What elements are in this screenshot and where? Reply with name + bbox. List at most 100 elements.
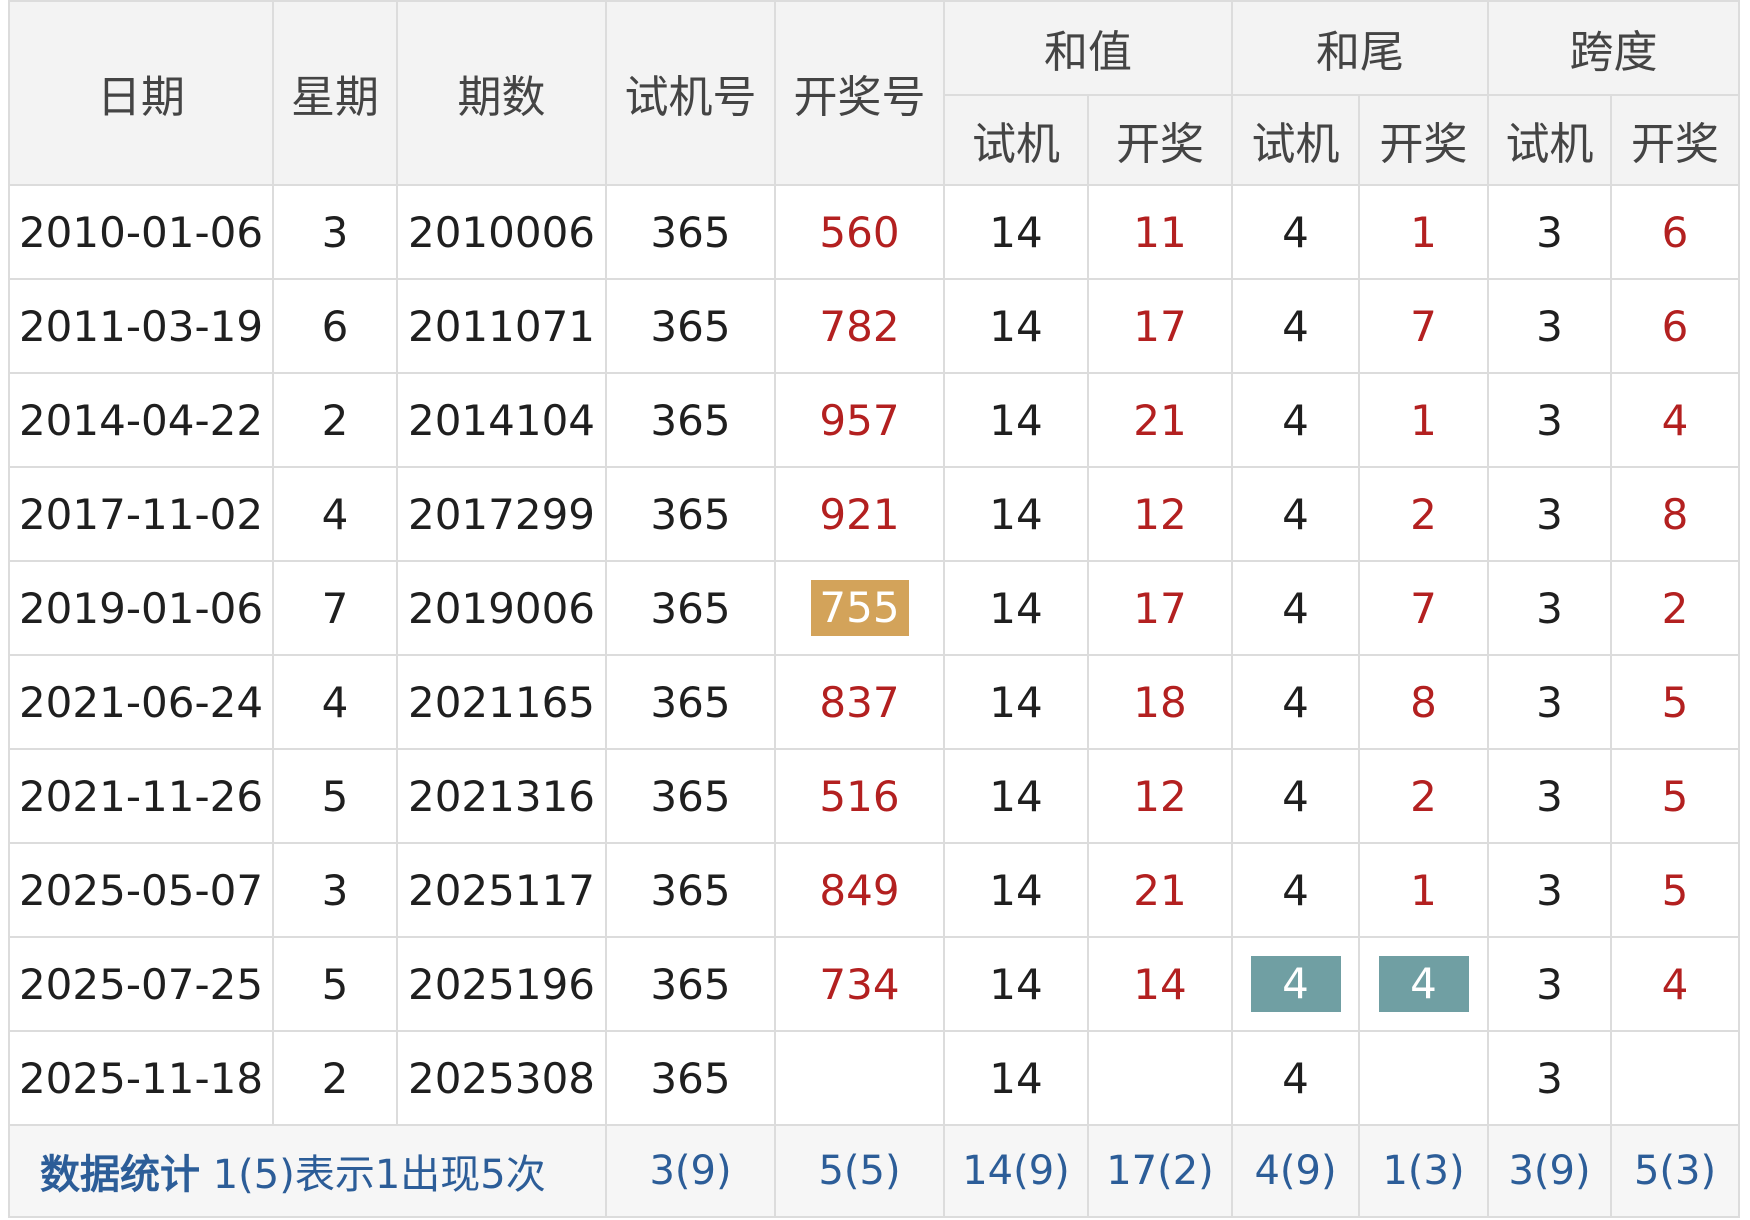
cell-issue: 2021316 xyxy=(396,748,607,844)
cell-tail-trial: 4 xyxy=(1231,1030,1360,1126)
cell-tail-trial: 4 xyxy=(1231,278,1360,374)
cell-issue: 2021165 xyxy=(396,654,607,750)
cell-date: 2025-11-18 xyxy=(8,1030,274,1126)
cell-tail-draw: 7 xyxy=(1358,278,1489,374)
cell-span-draw: 4 xyxy=(1610,372,1740,468)
table-row: 2021-11-26 5 2021316 365 516 14 12 4 2 3… xyxy=(8,748,1740,844)
cell-sum-trial: 14 xyxy=(943,466,1089,562)
cell-draw-number: 755 xyxy=(774,560,945,656)
cell-tail-trial: 4 xyxy=(1231,372,1360,468)
cell-issue: 2019006 xyxy=(396,560,607,656)
cell-tail-trial: 4 xyxy=(1231,466,1360,562)
cell-tail-draw: 8 xyxy=(1358,654,1489,750)
stats-trial: 3(9) xyxy=(605,1124,776,1218)
stats-span-trial: 3(9) xyxy=(1487,1124,1612,1218)
cell-sum-draw: 14 xyxy=(1087,936,1233,1032)
cell-draw-number: 921 xyxy=(774,466,945,562)
cell-sum-trial: 14 xyxy=(943,372,1089,468)
table-row: 2025-05-07 3 2025117 365 849 14 21 4 1 3… xyxy=(8,842,1740,938)
cell-span-trial: 3 xyxy=(1487,372,1612,468)
cell-issue: 2014104 xyxy=(396,372,607,468)
tail-draw-highlight-badge: 4 xyxy=(1378,956,1469,1012)
cell-span-trial: 3 xyxy=(1487,842,1612,938)
lottery-stats-table: 日期 星期 期数 试机号 开奖号 和值 和尾 跨度 试机 开奖 试机 开奖 试机… xyxy=(8,0,1740,1218)
cell-tail-draw: 1 xyxy=(1358,184,1489,280)
cell-sum-trial: 14 xyxy=(943,560,1089,656)
cell-span-trial: 3 xyxy=(1487,466,1612,562)
cell-sum-trial: 14 xyxy=(943,184,1089,280)
cell-sum-trial: 14 xyxy=(943,748,1089,844)
cell-issue: 2025117 xyxy=(396,842,607,938)
cell-date: 2025-05-07 xyxy=(8,842,274,938)
table-row: 2017-11-02 4 2017299 365 921 14 12 4 2 3… xyxy=(8,466,1740,562)
cell-draw-number: 782 xyxy=(774,278,945,374)
cell-span-draw: 6 xyxy=(1610,184,1740,280)
cell-trial-number: 365 xyxy=(605,936,776,1032)
cell-tail-draw: 7 xyxy=(1358,560,1489,656)
cell-span-draw: 6 xyxy=(1610,278,1740,374)
stats-tail-draw: 1(3) xyxy=(1358,1124,1489,1218)
stats-sum-draw: 17(2) xyxy=(1087,1124,1233,1218)
cell-span-draw: 5 xyxy=(1610,654,1740,750)
cell-date: 2021-11-26 xyxy=(8,748,274,844)
cell-span-draw xyxy=(1610,1030,1740,1126)
stats-row: 数据统计 1(5)表示1出现5次 3(9) 5(5) 14(9) 17(2) 4… xyxy=(8,1124,1740,1218)
cell-span-trial: 3 xyxy=(1487,278,1612,374)
cell-sum-draw: 18 xyxy=(1087,654,1233,750)
stats-legend: 1(5)表示1出现5次 xyxy=(212,1152,546,1198)
stats-draw: 5(5) xyxy=(774,1124,945,1218)
cell-span-trial: 3 xyxy=(1487,184,1612,280)
cell-weekday: 4 xyxy=(272,654,398,750)
cell-date: 2017-11-02 xyxy=(8,466,274,562)
cell-draw-number: 516 xyxy=(774,748,945,844)
cell-span-trial: 3 xyxy=(1487,748,1612,844)
cell-sum-draw: 12 xyxy=(1087,748,1233,844)
cell-date: 2010-01-06 xyxy=(8,184,274,280)
cell-weekday: 3 xyxy=(272,184,398,280)
table-row: 2021-06-24 4 2021165 365 837 14 18 4 8 3… xyxy=(8,654,1740,750)
cell-trial-number: 365 xyxy=(605,842,776,938)
cell-issue: 2025308 xyxy=(396,1030,607,1126)
cell-weekday: 5 xyxy=(272,748,398,844)
cell-date: 2025-07-25 xyxy=(8,936,274,1032)
cell-trial-number: 365 xyxy=(605,1030,776,1126)
cell-tail-trial: 4 xyxy=(1231,748,1360,844)
sub-header-tail-trial: 试机 xyxy=(1231,94,1360,186)
cell-draw-number: 734 xyxy=(774,936,945,1032)
cell-sum-trial: 14 xyxy=(943,278,1089,374)
table-row: 2010-01-06 3 2010006 365 560 14 11 4 1 3… xyxy=(8,184,1740,280)
cell-draw-number: 837 xyxy=(774,654,945,750)
cell-date: 2019-01-06 xyxy=(8,560,274,656)
col-header-issue: 期数 xyxy=(396,0,607,186)
cell-sum-draw: 21 xyxy=(1087,842,1233,938)
stats-tail-trial: 4(9) xyxy=(1231,1124,1360,1218)
cell-tail-draw: 2 xyxy=(1358,466,1489,562)
cell-sum-draw: 21 xyxy=(1087,372,1233,468)
table-row: 2019-01-06 7 2019006 365 755 14 17 4 7 3… xyxy=(8,560,1740,656)
cell-issue: 2010006 xyxy=(396,184,607,280)
header-row-top: 日期 星期 期数 试机号 开奖号 和值 和尾 跨度 xyxy=(8,0,1740,186)
cell-span-trial: 3 xyxy=(1487,936,1612,1032)
page: 日期 星期 期数 试机号 开奖号 和值 和尾 跨度 试机 开奖 试机 开奖 试机… xyxy=(0,0,1750,1220)
cell-weekday: 4 xyxy=(272,466,398,562)
tail-trial-highlight-badge: 4 xyxy=(1250,956,1341,1012)
cell-weekday: 5 xyxy=(272,936,398,1032)
cell-date: 2011-03-19 xyxy=(8,278,274,374)
col-header-sum-value: 和值 xyxy=(943,0,1233,96)
cell-sum-draw: 11 xyxy=(1087,184,1233,280)
cell-sum-trial: 14 xyxy=(943,654,1089,750)
cell-tail-draw: 2 xyxy=(1358,748,1489,844)
cell-weekday: 7 xyxy=(272,560,398,656)
cell-tail-trial: 4 xyxy=(1231,654,1360,750)
sub-header-span-draw: 开奖 xyxy=(1610,94,1740,186)
sub-header-sum-draw: 开奖 xyxy=(1087,94,1233,186)
cell-date: 2021-06-24 xyxy=(8,654,274,750)
table-header: 日期 星期 期数 试机号 开奖号 和值 和尾 跨度 试机 开奖 试机 开奖 试机… xyxy=(8,0,1740,186)
cell-span-draw: 8 xyxy=(1610,466,1740,562)
cell-tail-trial: 4 xyxy=(1231,842,1360,938)
cell-sum-draw xyxy=(1087,1030,1233,1126)
col-header-date: 日期 xyxy=(8,0,274,186)
col-header-weekday: 星期 xyxy=(272,0,398,186)
cell-draw-number: 560 xyxy=(774,184,945,280)
draw-highlight-badge: 755 xyxy=(810,580,909,636)
